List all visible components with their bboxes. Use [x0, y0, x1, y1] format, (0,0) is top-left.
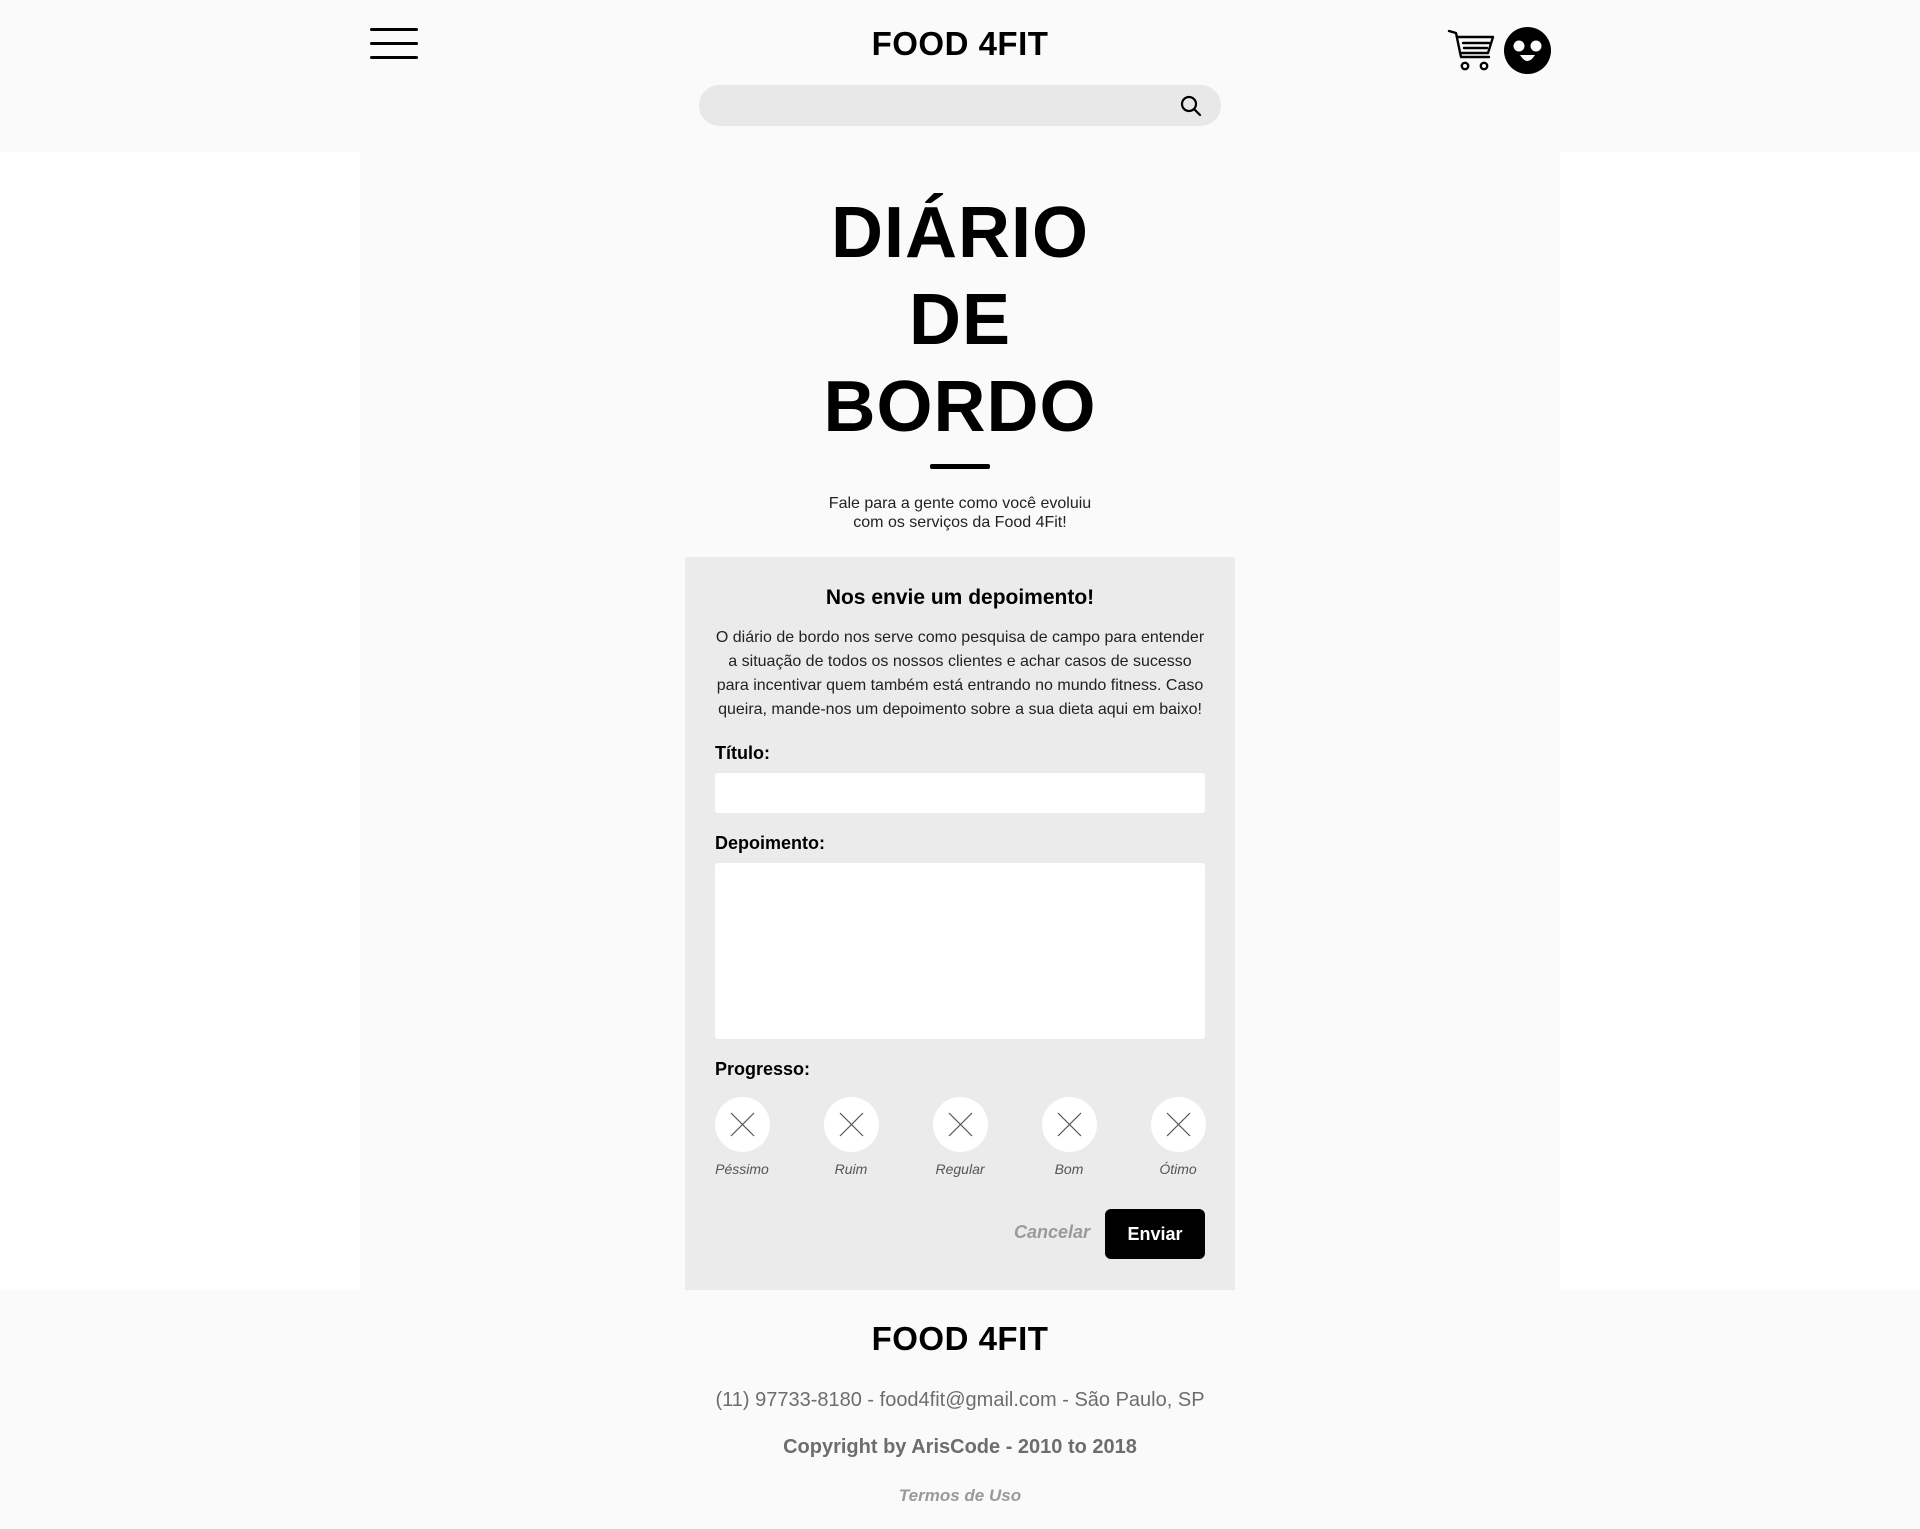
search-icon[interactable]	[1179, 94, 1203, 118]
subtitle-line: com os serviços da Food 4Fit!	[853, 514, 1067, 531]
user-avatar-icon[interactable]	[1504, 27, 1551, 74]
x-icon	[1057, 1112, 1082, 1137]
description-line: O diário de bordo nos serve como pesquis…	[715, 629, 1205, 646]
footer-brand: FOOD 4FIT	[871, 1320, 1049, 1357]
search-input[interactable]	[717, 85, 1161, 128]
rating-label: Regular	[935, 1161, 985, 1177]
x-icon	[839, 1112, 864, 1137]
page-title-line: DE	[908, 280, 1012, 360]
x-icon	[1166, 1112, 1191, 1137]
rating-label: Ótimo	[1159, 1161, 1197, 1177]
menu-line	[370, 42, 418, 45]
description-line: queira, mande-nos um depoimento sobre a …	[718, 701, 1202, 718]
rating-circle[interactable]	[933, 1097, 988, 1152]
menu-line	[370, 56, 418, 59]
x-icon	[948, 1112, 973, 1137]
rating-circle[interactable]	[824, 1097, 879, 1152]
rating-label: Ruim	[834, 1161, 868, 1177]
terms-link[interactable]: Termos de Uso	[760, 1486, 1160, 1506]
page-subtitle: Fale para a gente como você evoluiu com …	[760, 494, 1160, 532]
form-description: O diário de bordo nos serve como pesquis…	[710, 626, 1210, 722]
rating-label: Bom	[1054, 1161, 1084, 1177]
footer-contact: (11) 97733-8180 - food4fit@gmail.com - S…	[715, 1389, 1205, 1411]
description-line: a situação de todos os nossos clientes e…	[728, 653, 1192, 670]
rating-circle[interactable]	[1151, 1097, 1206, 1152]
subtitle-line: Fale para a gente como você evoluiu	[828, 495, 1092, 512]
page-title-line: DIÁRIO	[831, 193, 1089, 273]
hamburger-menu-icon[interactable]	[370, 28, 418, 60]
page-title-line: BORDO	[823, 367, 1097, 447]
rating-circle[interactable]	[1042, 1097, 1097, 1152]
shopping-cart-icon[interactable]	[1447, 27, 1495, 73]
rating-circle[interactable]	[715, 1097, 770, 1152]
description-line: para incentivar quem também está entrand…	[716, 677, 1204, 694]
cancel-button[interactable]: Cancelar	[1000, 1222, 1090, 1243]
menu-line	[370, 28, 418, 31]
header	[0, 0, 1920, 152]
progress-label: Progresso:	[715, 1059, 811, 1079]
search-bar	[699, 85, 1221, 128]
rating-label: Péssimo	[715, 1161, 769, 1177]
x-icon	[730, 1112, 755, 1137]
form-heading: Nos envie um depoimento!	[825, 586, 1095, 609]
brand-logo[interactable]: FOOD 4FIT	[760, 25, 1160, 63]
testimony-textarea[interactable]	[715, 863, 1205, 1039]
submit-button[interactable]: Enviar	[1105, 1209, 1205, 1259]
title-divider	[930, 464, 990, 469]
testimony-label: Depoimento:	[715, 833, 825, 853]
title-input[interactable]	[715, 773, 1205, 813]
title-label: Título:	[715, 743, 770, 763]
page-title: DIÁRIO DE BORDO	[760, 190, 1160, 451]
footer-copyright: Copyright by ArisCode - 2010 to 2018	[783, 1436, 1137, 1458]
